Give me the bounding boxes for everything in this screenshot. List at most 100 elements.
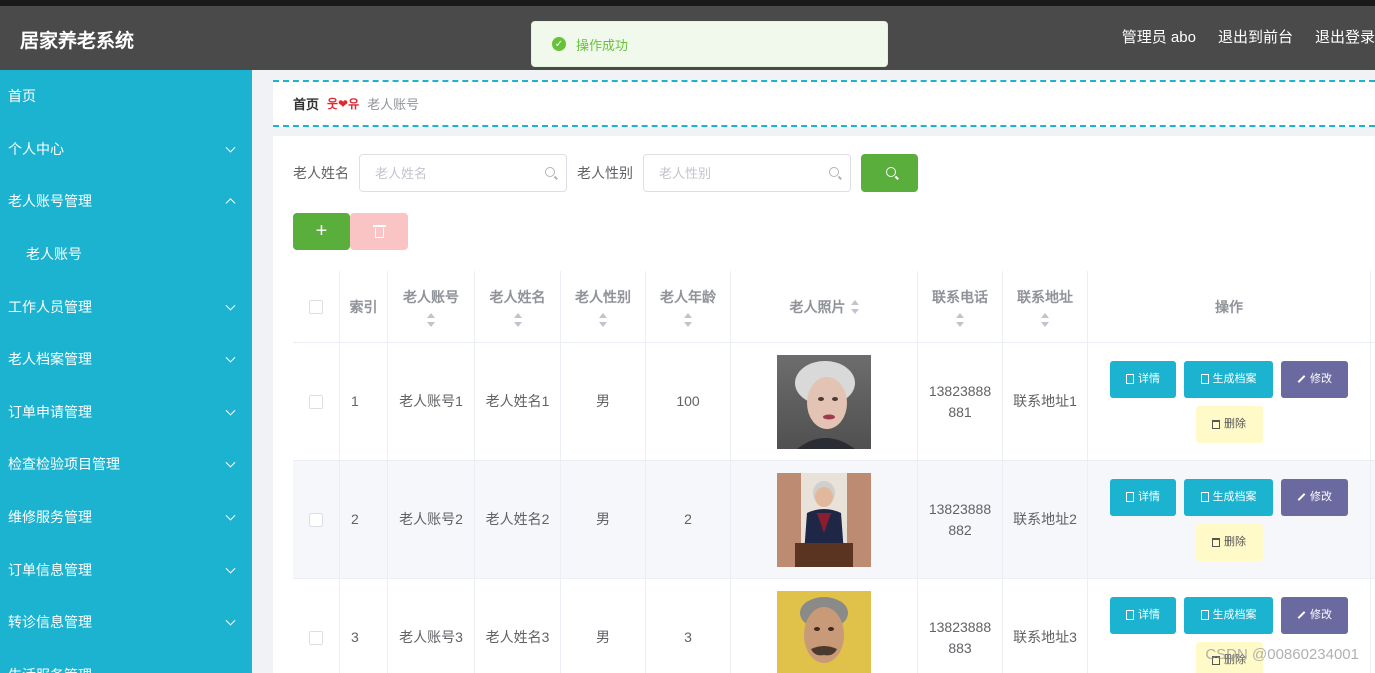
- cell-index: 2: [340, 461, 388, 578]
- cell-gender: 男: [561, 579, 646, 673]
- delete-label: 删除: [1224, 535, 1246, 548]
- detail-label: 详情: [1138, 490, 1160, 503]
- detail-button[interactable]: 详情: [1110, 360, 1176, 398]
- sidebar-item-life-service-mgmt[interactable]: 生活服务管理: [0, 649, 252, 673]
- generate-file-button[interactable]: 生成档案: [1184, 478, 1273, 516]
- sidebar-item-label: 首页: [8, 88, 36, 105]
- generate-file-button[interactable]: 生成档案: [1184, 360, 1273, 398]
- header-photo[interactable]: 老人照片: [731, 271, 918, 342]
- edit-icon: [1297, 611, 1306, 619]
- sidebar-item-label: 老人档案管理: [8, 351, 92, 368]
- chevron-down-icon: [225, 563, 236, 574]
- cell-ops: 详情 生成档案 修改 删除: [1088, 461, 1371, 578]
- portrait-image: [777, 472, 871, 567]
- sidebar-item-label: 工作人员管理: [8, 298, 92, 315]
- edit-label: 修改: [1310, 490, 1332, 503]
- delete-button[interactable]: 删除: [1195, 405, 1263, 443]
- content-panel: 老人姓名 老人性别 + 索引 老人账号 老人姓名 老人性别 老人年龄 老人照: [273, 136, 1375, 673]
- row-actions: 详情 生成档案 修改 删除: [1094, 360, 1364, 443]
- delete-button[interactable]: 删除: [1195, 523, 1263, 561]
- sidebar-item-order-request-mgmt[interactable]: 订单申请管理: [0, 386, 252, 439]
- header-name[interactable]: 老人姓名: [475, 271, 561, 342]
- cell-gender: 男: [561, 461, 646, 578]
- header-index-label: 索引: [349, 298, 378, 315]
- logout-link[interactable]: 退出登录: [1315, 26, 1375, 47]
- sidebar-item-elder-account[interactable]: 老人账号: [0, 228, 252, 281]
- sidebar-item-order-info-mgmt[interactable]: 订单信息管理: [0, 543, 252, 596]
- sort-icon[interactable]: [427, 312, 435, 327]
- watermark: CSDN @00860234001: [1205, 646, 1359, 663]
- edit-button[interactable]: 修改: [1281, 360, 1348, 398]
- batch-delete-button[interactable]: [350, 213, 408, 250]
- sidebar-item-repair-service-mgmt[interactable]: 维修服务管理: [0, 491, 252, 544]
- trash-icon: [1212, 537, 1220, 547]
- sidebar-item-elder-account-mgmt[interactable]: 老人账号管理: [0, 175, 252, 228]
- sidebar-item-label: 检查检验项目管理: [8, 456, 120, 473]
- success-toast: ✓ 操作成功: [531, 21, 888, 67]
- add-button[interactable]: +: [293, 213, 350, 250]
- cell-account: 老人账号3: [388, 579, 475, 673]
- breadcrumb-home[interactable]: 首页: [293, 94, 319, 113]
- delete-label: 删除: [1224, 417, 1246, 430]
- table-header: 索引 老人账号 老人姓名 老人性别 老人年龄 老人照片 联系电话 联系地址 操作: [293, 271, 1375, 343]
- row-select: [293, 343, 340, 460]
- header-age-label: 老人年龄: [660, 288, 716, 305]
- front-link[interactable]: 退出到前台: [1218, 26, 1293, 47]
- gender-search-input[interactable]: [644, 155, 850, 191]
- document-icon: [1126, 610, 1134, 620]
- chevron-down-icon: [225, 510, 236, 521]
- chevron-down-icon: [225, 668, 236, 673]
- header-address[interactable]: 联系地址: [1003, 271, 1088, 342]
- header-age[interactable]: 老人年龄: [646, 271, 731, 342]
- detail-button[interactable]: 详情: [1110, 596, 1176, 634]
- name-search-input[interactable]: [360, 155, 566, 191]
- sidebar-item-personal-center[interactable]: 个人中心: [0, 123, 252, 176]
- cell-age: 100: [646, 343, 731, 460]
- sidebar-item-referral-mgmt[interactable]: 转诊信息管理: [0, 596, 252, 649]
- name-search-label: 老人姓名: [293, 165, 349, 181]
- sort-icon[interactable]: [850, 299, 859, 314]
- phone-line-2: 882: [948, 521, 972, 538]
- sort-icon[interactable]: [513, 312, 522, 327]
- header-ops-label: 操作: [1215, 298, 1243, 315]
- header-gender[interactable]: 老人性别: [561, 271, 646, 342]
- sort-icon[interactable]: [684, 312, 692, 327]
- header-account[interactable]: 老人账号: [388, 271, 475, 342]
- sort-icon[interactable]: [956, 312, 964, 327]
- edit-button[interactable]: 修改: [1281, 596, 1348, 634]
- sidebar-item-home[interactable]: 首页: [0, 70, 252, 123]
- edit-button[interactable]: 修改: [1281, 478, 1348, 516]
- edit-label: 修改: [1310, 372, 1332, 385]
- document-icon: [1200, 374, 1209, 384]
- phone-line-2: 883: [948, 639, 972, 656]
- cell-age: 3: [646, 579, 731, 673]
- search-icon: [886, 167, 896, 177]
- elder-table: 索引 老人账号 老人姓名 老人性别 老人年龄 老人照片 联系电话 联系地址 操作…: [293, 271, 1375, 673]
- row-checkbox[interactable]: [309, 512, 323, 527]
- detail-button[interactable]: 详情: [1110, 478, 1176, 516]
- row-checkbox[interactable]: [309, 394, 323, 409]
- sort-icon[interactable]: [1041, 312, 1049, 327]
- cell-name: 老人姓名3: [475, 579, 561, 673]
- select-all-checkbox[interactable]: [309, 299, 323, 314]
- search-button[interactable]: [861, 154, 918, 192]
- row-checkbox[interactable]: [309, 630, 323, 645]
- sidebar-item-exam-items-mgmt[interactable]: 检查检验项目管理: [0, 438, 252, 491]
- search-icon: [829, 167, 839, 177]
- cell-address: 联系地址2: [1003, 461, 1088, 578]
- sidebar-item-staff-mgmt[interactable]: 工作人员管理: [0, 280, 252, 333]
- sidebar-item-label: 订单信息管理: [8, 561, 92, 578]
- cell-photo: [731, 461, 918, 578]
- sidebar-item-elder-file-mgmt[interactable]: 老人档案管理: [0, 333, 252, 386]
- gender-search-label: 老人性别: [577, 165, 633, 181]
- trash-icon: [372, 225, 386, 238]
- search-row: 老人姓名 老人性别: [293, 154, 918, 192]
- chevron-down-icon: [225, 458, 236, 469]
- sort-icon[interactable]: [599, 312, 607, 327]
- header-index: 索引: [340, 271, 388, 342]
- cell-name: 老人姓名2: [475, 461, 561, 578]
- generate-file-button[interactable]: 生成档案: [1184, 596, 1273, 634]
- cell-address: 联系地址3: [1003, 579, 1088, 673]
- elder-photo: [777, 472, 871, 567]
- header-phone[interactable]: 联系电话: [918, 271, 1003, 342]
